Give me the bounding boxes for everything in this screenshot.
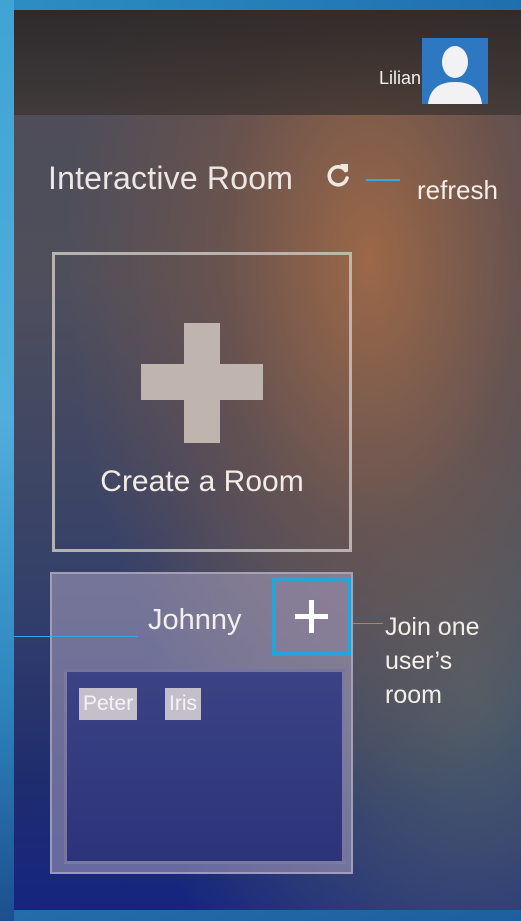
page-title: Interactive Room <box>48 160 294 196</box>
window-frame-top <box>0 0 521 10</box>
room-members-panel: Peter Iris <box>64 669 345 864</box>
room-card: Johnny Peter Iris <box>50 572 353 874</box>
create-room-button[interactable]: Create a Room <box>52 252 352 552</box>
avatar[interactable] <box>422 38 488 104</box>
refresh-icon[interactable] <box>326 162 352 188</box>
create-room-label: Create a Room <box>100 465 304 498</box>
join-callout-line <box>353 623 383 624</box>
page-title-row: Interactive Room <box>48 160 293 204</box>
join-room-button[interactable] <box>272 577 351 656</box>
refresh-callout-line <box>366 179 400 181</box>
plus-icon-bar <box>295 614 328 619</box>
room-owner-name: Johnny <box>148 604 242 636</box>
member-tag: Iris <box>165 688 201 720</box>
window-frame-left <box>0 0 14 921</box>
refresh-annotation: refresh <box>417 175 498 205</box>
member-tag: Peter <box>79 688 138 720</box>
username-label: Lilian <box>378 68 421 88</box>
user-silhouette-icon <box>422 38 488 104</box>
room-callout-line <box>14 636 138 637</box>
header-bar: Lilian <box>14 10 521 115</box>
app-window: Lilian Interactive Room refresh Create a… <box>14 10 521 910</box>
join-annotation: Join one user’s room <box>385 613 480 709</box>
plus-icon-bar <box>141 364 263 400</box>
